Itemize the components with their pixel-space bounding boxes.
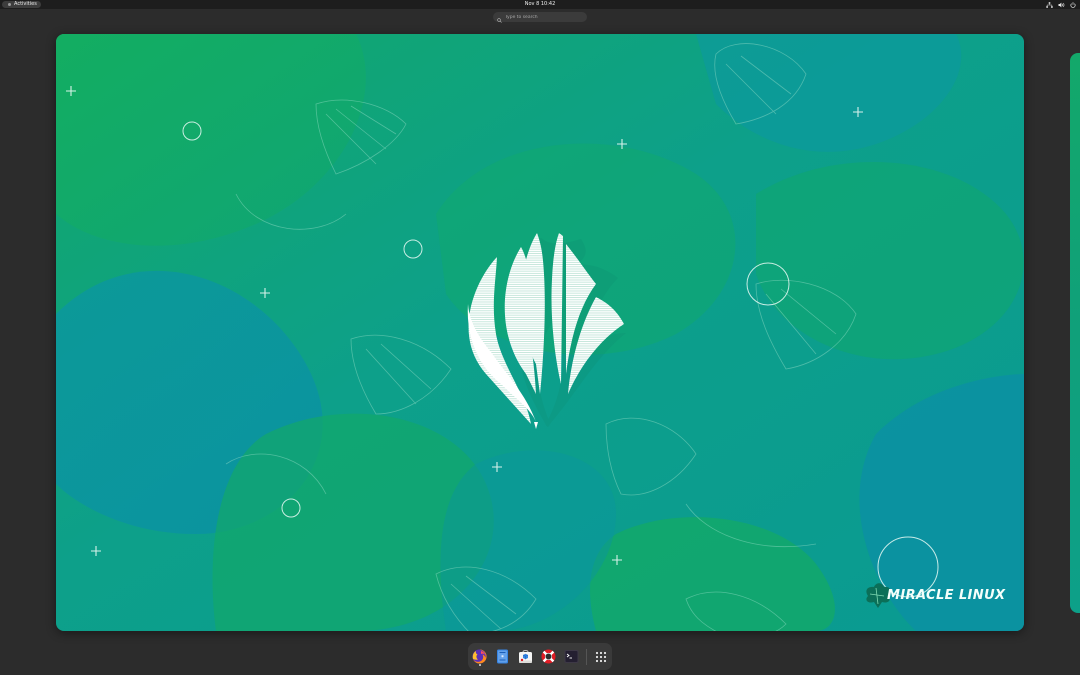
files-icon — [494, 648, 511, 665]
clock-label[interactable]: Nov 8 10:42 — [525, 1, 556, 7]
dock-item-software[interactable] — [516, 647, 536, 667]
volume-icon[interactable] — [1058, 2, 1065, 8]
network-icon[interactable] — [1046, 1, 1053, 8]
clock: Nov 8 10:42 — [0, 0, 1080, 9]
workspace-thumbnail[interactable]: MIRACLE LINUX — [56, 34, 1024, 631]
dock-separator — [585, 648, 587, 665]
search-icon — [497, 8, 502, 27]
terminal-icon — [563, 648, 580, 665]
dock-item-files[interactable] — [493, 647, 513, 667]
next-workspace-thumbnail[interactable] — [1070, 53, 1080, 613]
app-grid-icon — [594, 650, 608, 664]
help-icon — [540, 648, 557, 665]
search-input[interactable] — [505, 13, 585, 21]
dock-item-help[interactable] — [539, 647, 559, 667]
dock-item-firefox[interactable] — [470, 647, 490, 667]
top-bar: Activities Nov 8 10:42 — [0, 0, 1080, 9]
dock-item-terminal[interactable] — [562, 647, 582, 667]
activities-label: Activities — [14, 1, 37, 7]
workspace-indicator-icon — [8, 3, 11, 6]
software-icon — [517, 648, 534, 665]
search-bar[interactable] — [493, 12, 587, 23]
running-indicator — [478, 663, 481, 666]
overview-screen: Activities Nov 8 10:42 Type to search MI… — [0, 0, 1080, 675]
system-tray[interactable] — [1046, 0, 1076, 9]
dock-item-show-applications[interactable] — [591, 647, 611, 667]
power-icon[interactable] — [1070, 1, 1076, 8]
wallpaper: MIRACLE LINUX — [56, 34, 1024, 631]
activities-button[interactable]: Activities — [2, 1, 41, 8]
dash — [468, 643, 612, 670]
brand-wordmark: MIRACLE LINUX — [887, 588, 1006, 603]
firefox-icon — [471, 648, 488, 665]
